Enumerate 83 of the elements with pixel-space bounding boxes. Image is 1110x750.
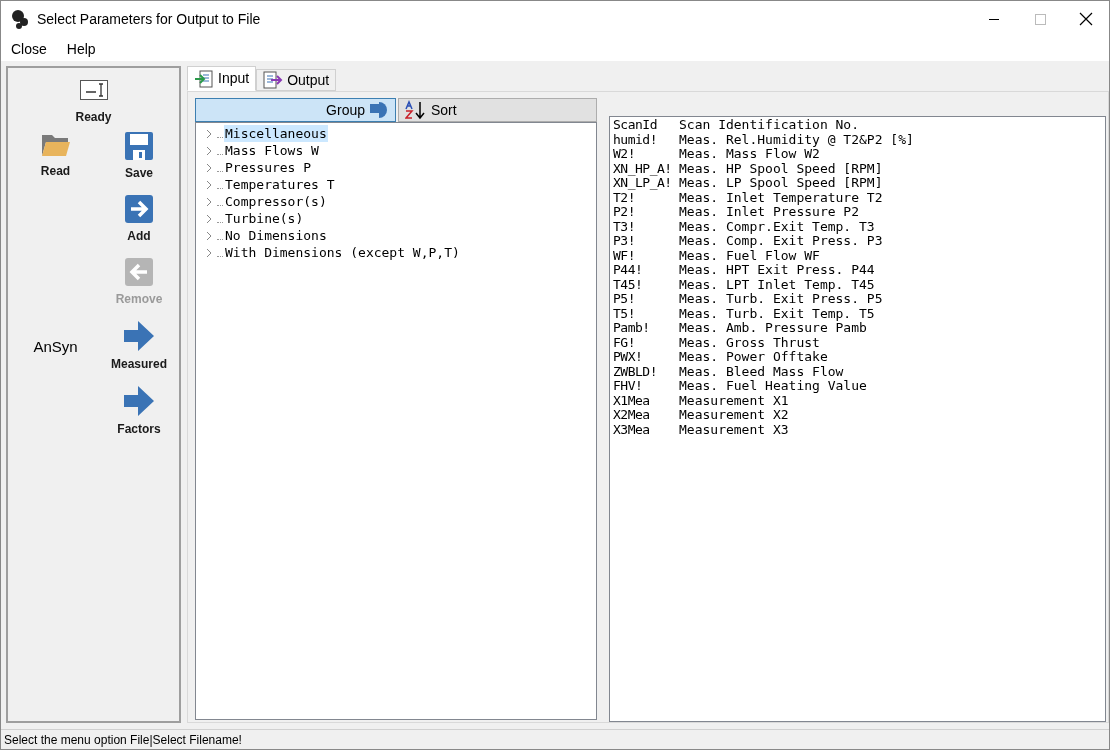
chevron-icon[interactable]	[206, 247, 214, 258]
tree-item[interactable]: Temperatures T	[224, 176, 336, 193]
parameter-id: P5!	[613, 292, 636, 307]
folder-icon	[40, 132, 71, 158]
parameter-description: Meas. Rel.Humidity @ T2&P2 [%]	[679, 132, 914, 147]
toolbar-button[interactable]: Factors	[117, 386, 161, 438]
parameter-id: T3!	[613, 219, 636, 234]
parameter-description: Scan Identification No.	[679, 118, 859, 133]
parameter-id: X2Mea	[613, 408, 651, 423]
text-field-icon	[79, 80, 108, 100]
tree-item[interactable]: Mass Flows W	[224, 142, 320, 159]
toolbar-button[interactable]: Read	[40, 132, 71, 180]
parameter-description: Meas. Comp. Exit Press. P3	[679, 234, 883, 249]
parameter-description: Meas. Fuel Flow WF	[679, 248, 820, 263]
chevron-icon[interactable]	[206, 213, 214, 224]
tree-item[interactable]: No Dimensions	[224, 227, 328, 244]
parameter-description: Meas. LPT Inlet Temp. T45	[679, 277, 875, 292]
menu-item[interactable]: Close	[1, 38, 57, 60]
parameter-description: Measurement X3	[679, 422, 789, 437]
view-toggle-button[interactable]: Sort	[398, 98, 597, 122]
parameter-id: ScanId	[613, 118, 658, 133]
parameter-description: Meas. HP Spool Speed [RPM]	[679, 161, 883, 176]
parameter-id: P44!	[613, 263, 644, 278]
toolbar-button[interactable]: Add	[125, 195, 153, 245]
parameter-id: PWX!	[613, 350, 644, 365]
tab[interactable]: Output	[256, 69, 337, 91]
view-toggle-button[interactable]: Group	[195, 98, 396, 122]
menu-item[interactable]: Help	[56, 38, 106, 60]
chevron-icon[interactable]	[206, 162, 214, 173]
parameter-description: Meas. Mass Flow W2	[679, 147, 820, 162]
chevron-icon[interactable]	[206, 230, 214, 241]
tree-item[interactable]: Compressor(s)	[224, 193, 328, 210]
parameter-description: Meas. HPT Exit Press. P44	[679, 263, 875, 278]
parameter-description: Meas. LP Spool Speed [RPM]	[679, 176, 883, 191]
parameter-id: P2!	[613, 205, 636, 220]
tree-item[interactable]: Miscellaneous	[224, 125, 328, 142]
parameter-description: Meas. Gross Thrust	[679, 335, 820, 350]
parameter-id: W2!	[613, 147, 636, 162]
parameter-description: Meas. Bleed Mass Flow	[679, 364, 844, 379]
chevron-icon[interactable]	[206, 196, 214, 207]
parameter-id: T2!	[613, 190, 635, 205]
group-icon	[369, 101, 389, 119]
parameter-description: Meas. Amb. Pressure Pamb	[679, 321, 867, 336]
parameter-description: Meas. Compr.Exit Temp. T3	[679, 219, 875, 234]
document-export-icon	[263, 71, 284, 89]
parameter-id: X1Mea	[613, 393, 651, 408]
parameter-id: X3Mea	[613, 422, 651, 437]
parameter-description: Meas. Turb. Exit Temp. T5	[679, 306, 875, 321]
parameter-id: WF!	[613, 248, 636, 263]
parameter-id: XN_LP_A!	[613, 176, 673, 191]
parameter-id: ZWBLD!	[613, 364, 658, 379]
chevron-icon[interactable]	[206, 179, 214, 190]
toolbar-button[interactable]: Save	[125, 132, 153, 182]
window-title: Select Parameters for Output to File	[37, 9, 261, 29]
tab[interactable]: Input	[187, 66, 257, 91]
parameter-id: T5!	[613, 306, 636, 321]
chevron-icon[interactable]	[206, 145, 214, 156]
parameter-description: Meas. Inlet Temperature T2	[679, 190, 883, 205]
parameter-description: Meas. Turb. Exit Press. P5	[679, 292, 883, 307]
tree-item[interactable]: Turbine(s)	[224, 210, 305, 227]
parameter-description: Measurement X1	[679, 393, 789, 408]
tree-item[interactable]: Pressures P	[224, 159, 313, 176]
parameter-description: Meas. Inlet Pressure P2	[679, 205, 859, 220]
ansyn-label: AnSyn	[33, 337, 78, 357]
status-text: Select the menu option File|Select Filename!	[4, 731, 242, 749]
parameter-description: Meas. Fuel Heating Value	[679, 379, 867, 394]
toolbar-button[interactable]: Measured	[111, 321, 167, 373]
parameter-id: Pamb!	[613, 321, 651, 336]
parameter-id: humid!	[613, 132, 658, 147]
parameter-id: XN_HP_A!	[613, 161, 673, 176]
right-arrow-icon	[124, 386, 154, 416]
parameter-description: Measurement X2	[679, 408, 789, 423]
parameter-id: FHV!	[613, 379, 644, 394]
document-import-icon	[194, 69, 214, 88]
tree-item[interactable]: With Dimensions (except W,P,T)	[224, 244, 461, 261]
parameter-id: T45!	[613, 277, 644, 292]
right-arrow-icon	[124, 321, 154, 351]
parameter-id: P3!	[613, 234, 636, 249]
chevron-icon[interactable]	[206, 128, 214, 139]
toolbar-button[interactable]: Ready	[75, 80, 112, 126]
parameter-id: FG!	[613, 335, 636, 350]
parameter-description: Meas. Power Offtake	[679, 350, 828, 365]
sort-icon	[405, 100, 427, 120]
